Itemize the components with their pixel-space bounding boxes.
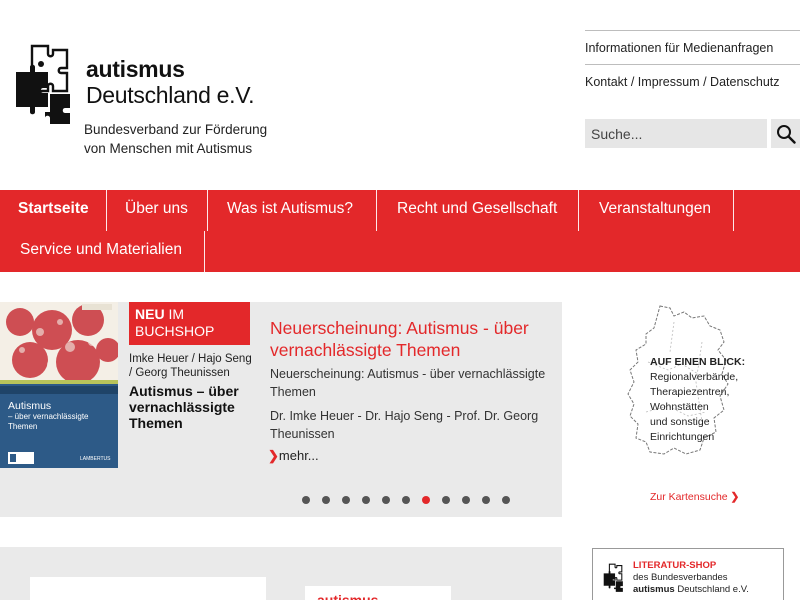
nav-separator	[376, 190, 377, 231]
contact-imprint-privacy-link[interactable]: Kontakt / Impressum / Datenschutz	[585, 64, 800, 98]
site-logo[interactable]: autismus Deutschland e.V. Bundesverband …	[14, 44, 274, 164]
news-slider: Autismus – über vernachlässigte Themen L…	[0, 302, 562, 517]
slider-dot[interactable]	[482, 496, 490, 504]
slider-dot[interactable]	[422, 496, 430, 504]
teaser-card-magazine[interactable]: autismus	[305, 586, 451, 600]
map-line-1: Regionalverbände,	[650, 371, 739, 383]
book-authors: Imke Heuer / Hajo Seng / Georg Theunisse…	[129, 353, 252, 379]
new-in-bookshop-badge[interactable]: NEU IM BUCHSHOP	[129, 302, 250, 345]
media-inquiries-link[interactable]: Informationen für Medienanfragen	[585, 30, 800, 64]
logo-name: autismus	[86, 56, 185, 82]
article-authors: Dr. Imke Heuer - Dr. Hajo Seng - Prof. D…	[270, 409, 539, 441]
slider-dot[interactable]	[342, 496, 350, 504]
magazine-title-fragment: autismus	[317, 592, 379, 600]
nav-item-service-und-materialien[interactable]: Service und Materialien	[20, 231, 182, 272]
shop-title: LITERATUR-SHOP	[633, 560, 717, 571]
slider-dot[interactable]	[462, 496, 470, 504]
nav-item-ueber-uns[interactable]: Über uns	[125, 190, 188, 231]
book-cover-artwork	[0, 302, 118, 384]
cover-title-line-1: Autismus	[8, 400, 52, 412]
germany-map-teaser[interactable]: AUF EINEN BLICK: Regionalverbände, Thera…	[618, 302, 748, 507]
map-line-3: Wohnstätten	[650, 401, 709, 413]
puzzle-logo-icon	[603, 563, 623, 592]
search-icon	[776, 124, 796, 144]
read-more-link[interactable]: ❯mehr...	[268, 448, 319, 464]
slider-dot[interactable]	[502, 496, 510, 504]
puzzle-logo-icon	[16, 44, 70, 124]
logo-tagline: Bundesverband zur Förderung von Menschen…	[84, 120, 284, 158]
map-line-2: Therapiezentren,	[650, 386, 730, 398]
map-line-5: Einrichtungen	[650, 431, 715, 443]
teaser-card[interactable]	[30, 577, 266, 600]
cover-publisher: LAMBERTUS	[80, 456, 111, 462]
nav-item-veranstaltungen[interactable]: Veranstaltungen	[599, 190, 711, 231]
map-heading: AUF EINEN BLICK:	[650, 356, 746, 368]
map-search-label: Zur Kartensuche	[650, 491, 728, 503]
tagline-line-2: von Menschen mit Autismus	[84, 141, 253, 156]
badge-new: NEU	[135, 306, 165, 322]
slider-dot[interactable]	[402, 496, 410, 504]
shop-line-1: des Bundesverbandes	[633, 572, 728, 583]
map-line-4: und sonstige	[650, 416, 710, 428]
slider-dot[interactable]	[382, 496, 390, 504]
cover-author-strip	[0, 386, 118, 394]
search-form	[585, 119, 800, 148]
tagline-line-1: Bundesverband zur Förderung	[84, 122, 268, 137]
cover-logo-icon	[8, 452, 34, 464]
nav-separator	[207, 190, 208, 231]
badge-in: IM	[168, 306, 185, 322]
nav-separator	[106, 190, 107, 231]
article-title-link[interactable]: Neuerscheinung: Autismus - über vernachl…	[270, 317, 555, 361]
top-links: Informationen für Medienanfragen Kontakt…	[585, 30, 800, 98]
book-heading[interactable]: Autismus – über vernachlässigte Themen	[129, 383, 254, 431]
literature-shop-banner[interactable]: LITERATUR-SHOP des Bundesverbandes autis…	[592, 548, 784, 600]
slider-dot[interactable]	[322, 496, 330, 504]
logo-subtitle: Deutschland e.V.	[86, 82, 255, 108]
map-search-link[interactable]: Zur Kartensuche ❯	[650, 491, 739, 503]
nav-separator	[733, 190, 734, 231]
nav-separator	[204, 231, 205, 272]
search-input[interactable]	[585, 119, 767, 148]
search-button[interactable]	[771, 119, 800, 148]
main-navigation: Startseite Über uns Was ist Autismus? Re…	[0, 190, 800, 272]
shop-brand-rest: Deutschland e.V.	[677, 584, 749, 595]
chevron-right-icon: ❯	[730, 491, 740, 503]
map-description: AUF EINEN BLICK: Regionalverbände, Thera…	[650, 355, 750, 445]
cover-title: Autismus – über vernachlässigte Themen	[8, 400, 118, 432]
nav-item-recht-und-gesellschaft[interactable]: Recht und Gesellschaft	[397, 190, 557, 231]
shop-line-2: autismus Deutschland e.V.	[633, 584, 749, 595]
nav-separator	[578, 190, 579, 231]
slider-dot[interactable]	[442, 496, 450, 504]
badge-bookshop: BUCHSHOP	[135, 323, 215, 339]
slider-dot[interactable]	[302, 496, 310, 504]
article-lead: Neuerscheinung: Autismus - über vernachl…	[270, 367, 546, 399]
slider-dot[interactable]	[362, 496, 370, 504]
chevron-right-icon: ❯	[268, 448, 279, 463]
shop-brand: autismus	[633, 584, 675, 595]
read-more-label: mehr...	[278, 448, 319, 463]
nav-item-was-ist-autismus[interactable]: Was ist Autismus?	[227, 190, 353, 231]
book-cover-image[interactable]: Autismus – über vernachlässigte Themen L…	[0, 302, 118, 468]
nav-item-startseite[interactable]: Startseite	[18, 190, 89, 231]
cover-title-line-2: – über vernachlässigte Themen	[8, 412, 89, 431]
